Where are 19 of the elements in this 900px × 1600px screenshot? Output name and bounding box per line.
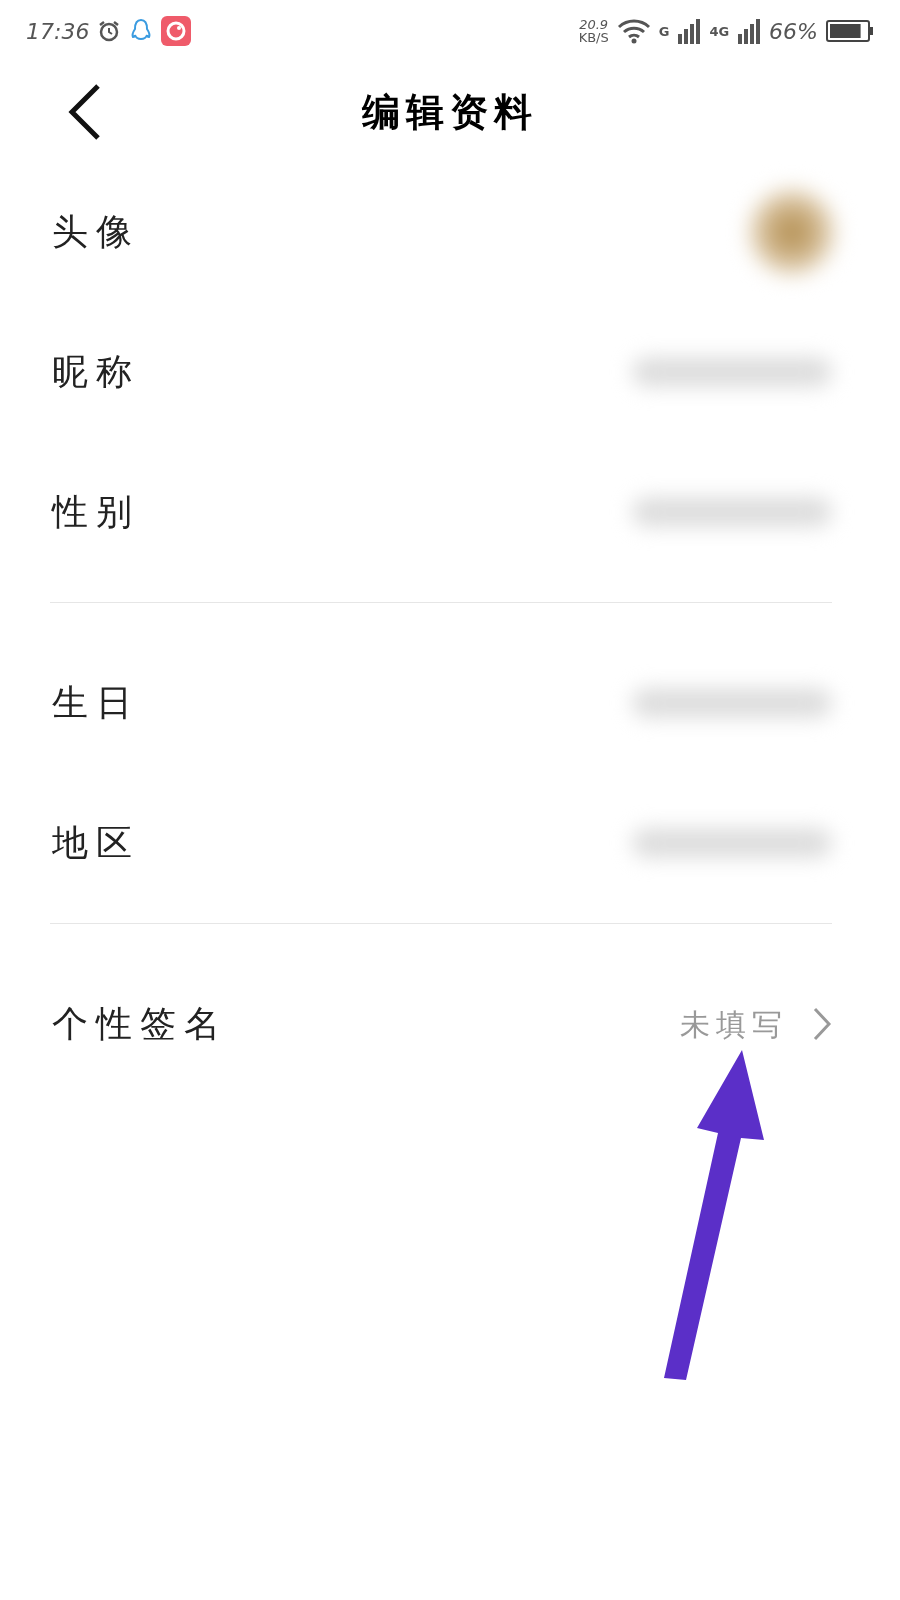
network-type: 4G — [709, 24, 730, 38]
profile-row[interactable]: 性别 — [0, 442, 900, 582]
profile-row[interactable]: 地区 — [0, 773, 900, 913]
profile-row[interactable]: 个性签名 未填写 — [0, 954, 900, 1094]
wifi-icon — [616, 18, 651, 44]
network-type: G — [658, 24, 670, 38]
profile-row[interactable]: 头像 — [0, 162, 900, 302]
speed-unit: KB/S — [578, 31, 609, 44]
network-speed: 20.9 — [578, 18, 609, 31]
profile-row[interactable]: 昵称 — [0, 302, 900, 442]
app-icon — [161, 16, 192, 46]
signal-icon — [737, 18, 762, 44]
battery-percent: 66% — [769, 17, 818, 46]
profile-row[interactable]: 生日 — [0, 633, 900, 773]
chevron-right-icon — [812, 1006, 832, 1042]
status-time: 17:36 — [26, 17, 90, 46]
battery-icon — [826, 19, 874, 43]
signal-icon — [677, 18, 702, 44]
page-title: 编辑资料 — [362, 88, 538, 136]
